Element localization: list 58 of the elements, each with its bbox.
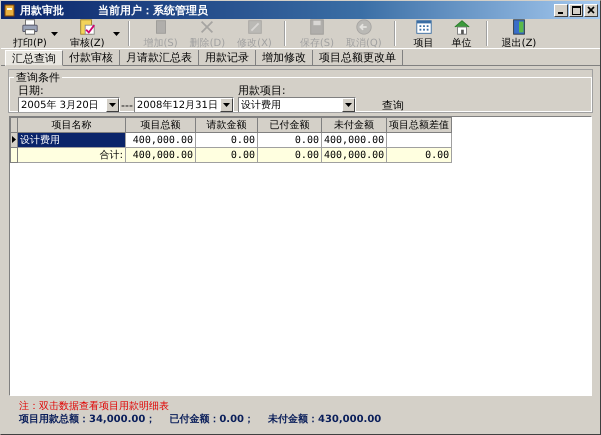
item-label: 用款项目:	[238, 85, 287, 97]
close-icon	[587, 6, 595, 14]
item-dropdown[interactable]: 设计费用	[238, 97, 356, 113]
approve-icon	[78, 18, 96, 36]
table-cell: 400,000.00	[126, 148, 196, 162]
tab[interactable]: 月请款汇总表	[120, 50, 199, 65]
summary-text: 项目用款总额：34,000.00；	[19, 413, 156, 427]
tab[interactable]: 用款记录	[199, 50, 256, 65]
column-header[interactable]: 项目总额	[126, 118, 196, 132]
current-user: 当前用户：系统管理员	[98, 2, 208, 18]
toolbar-button[interactable]: 项目	[404, 18, 444, 50]
unit-icon	[452, 18, 471, 36]
date-picker[interactable]: 2008年12月31日	[134, 97, 234, 113]
tab[interactable]: 付款审核	[63, 50, 120, 65]
dropdown-arrow-icon	[109, 103, 116, 107]
table-cell: 设计费用	[18, 132, 126, 148]
edit-icon	[246, 18, 264, 36]
table-cell: 400,000.00	[322, 148, 387, 162]
dropdown-arrow-icon	[222, 103, 230, 107]
close-button[interactable]	[584, 4, 598, 16]
maximize-icon	[572, 6, 580, 14]
table-cell: 0.00	[258, 148, 322, 162]
summary-text: 未付金额：430,000.00	[268, 413, 382, 427]
table-cell: 0.00	[386, 148, 452, 162]
app-icon	[3, 4, 16, 16]
maximize-button[interactable]	[569, 4, 583, 16]
summary-text: 已付金额：0.00；	[169, 413, 254, 427]
toolbar-button[interactable]: 审核(Z)	[64, 18, 114, 50]
total-label: 合计:	[18, 148, 126, 162]
window-title: 用款审批	[20, 2, 64, 18]
dropdown-arrow-icon[interactable]	[112, 32, 120, 36]
date-picker[interactable]: 2005年 3月20日	[18, 97, 120, 113]
toolbar-button[interactable]: 单位	[444, 18, 484, 50]
toolbar-button[interactable]: 退出(Z)	[496, 18, 542, 50]
tab[interactable]: 汇总查询	[5, 50, 63, 66]
dropdown-arrow-icon	[344, 103, 352, 107]
column-header[interactable]: 已付金额	[258, 118, 322, 132]
group-title: 查询条件	[15, 70, 61, 85]
cancel-icon	[354, 18, 373, 36]
minimize-button[interactable]	[554, 4, 568, 16]
toolbar-button[interactable]: 打印(P)	[7, 18, 53, 50]
printer-icon	[20, 18, 39, 36]
date-separator: ---	[120, 99, 134, 113]
column-header[interactable]: 项目总额差值	[386, 118, 452, 132]
exit-icon	[510, 18, 528, 36]
tab[interactable]: 项目总额更改单	[313, 50, 403, 65]
row-pointer-icon	[12, 134, 16, 146]
column-header[interactable]: 项目名称	[18, 118, 126, 132]
project-icon	[414, 18, 433, 36]
dropdown-arrow-icon[interactable]	[50, 32, 58, 36]
save-icon	[308, 18, 326, 36]
date-label: 日期:	[18, 85, 45, 97]
query-button[interactable]: 查询	[378, 97, 408, 113]
column-header[interactable]: 请款金额	[196, 118, 258, 132]
column-header[interactable]: 未付金额	[322, 118, 387, 132]
tab[interactable]: 增加修改	[256, 50, 313, 65]
table-cell: 0.00	[196, 148, 258, 162]
hint-text: 注：双击数据查看项目用款明细表	[19, 400, 170, 413]
